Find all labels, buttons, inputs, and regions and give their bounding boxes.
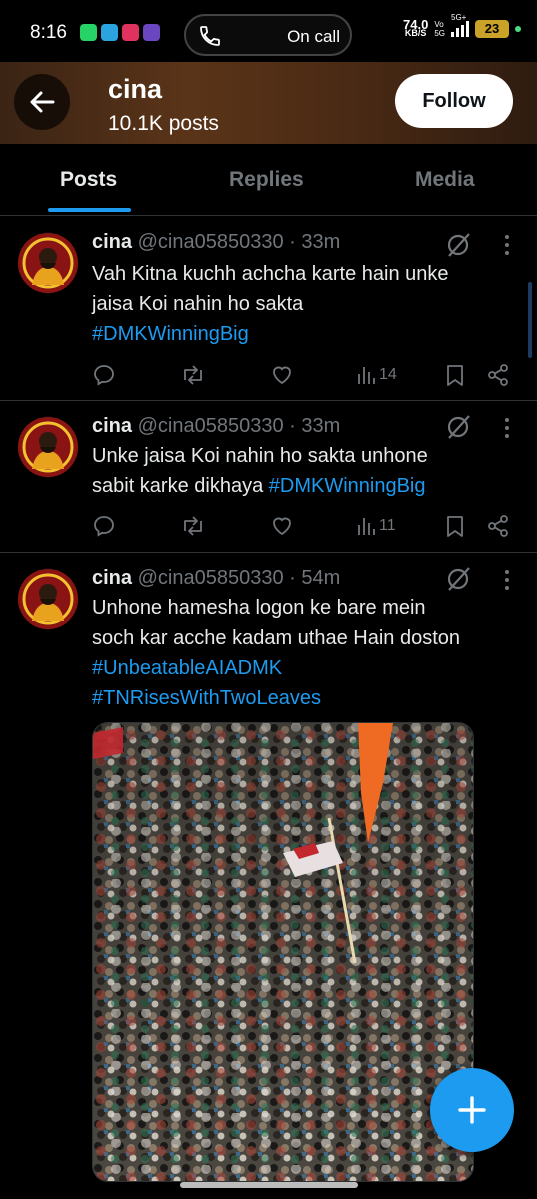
home-indicator[interactable] [180, 1182, 358, 1188]
post-item[interactable]: cina @cina05850330 · 33m Vah Kitna kuchh… [0, 217, 537, 401]
tab-posts[interactable]: Posts [60, 168, 117, 192]
reply-icon [94, 516, 114, 537]
author-handle[interactable]: @cina05850330 [138, 415, 284, 437]
posts-count: 10.1K posts [108, 112, 219, 135]
author-handle[interactable]: @cina05850330 [138, 231, 284, 253]
scrollbar[interactable] [528, 282, 532, 358]
bookmark-button[interactable] [444, 362, 466, 388]
hashtag-link[interactable]: #DMKWinningBig [269, 475, 426, 497]
like-button[interactable] [270, 513, 294, 539]
separator: · [283, 415, 302, 437]
author-name[interactable]: cina [92, 567, 132, 589]
views-button[interactable]: 11 [356, 513, 396, 539]
plus-icon [458, 1096, 486, 1124]
back-button[interactable] [14, 74, 70, 130]
call-status-text: On call [287, 27, 340, 46]
repost-icon [184, 365, 202, 385]
post-time: 33m [301, 415, 341, 437]
compose-post-button[interactable] [430, 1068, 514, 1152]
app-notification-icon-2 [143, 24, 160, 41]
profile-tabs: Posts Replies Media [0, 144, 537, 216]
share-button[interactable] [486, 513, 510, 539]
more-options-icon[interactable] [500, 569, 514, 591]
grok-icon[interactable] [444, 231, 472, 259]
post-header: cina @cina05850330 · 33m [92, 415, 340, 438]
post-actions: 14 [92, 362, 512, 388]
active-tab-indicator [48, 208, 131, 212]
grok-icon[interactable] [444, 413, 472, 441]
view-count: 11 [379, 517, 396, 534]
post-header: cina @cina05850330 · 33m [92, 231, 340, 254]
back-arrow-icon [30, 91, 55, 113]
post-item[interactable]: cina @cina05850330 · 33m Unke jaisa Koi … [0, 401, 537, 553]
battery-icon: 23 [475, 20, 509, 38]
hashtag-link[interactable]: #UnbeatableAIADMK [92, 653, 522, 683]
more-options-icon[interactable] [500, 234, 514, 256]
post-header: cina @cina05850330 · 54m [92, 567, 340, 590]
author-handle[interactable]: @cina05850330 [138, 567, 284, 589]
separator: · [283, 567, 302, 589]
reply-button[interactable] [92, 513, 116, 539]
share-icon [488, 515, 508, 537]
tab-media[interactable]: Media [415, 168, 475, 192]
profile-header: cina 10.1K posts Follow [0, 62, 537, 144]
views-button[interactable]: 14 [356, 362, 397, 388]
telegram-icon [101, 24, 118, 41]
share-icon [488, 364, 508, 386]
crowd-image [93, 723, 473, 1181]
author-name[interactable]: cina [92, 415, 132, 437]
reply-button[interactable] [92, 362, 116, 388]
signal-strength-icon: 5G+ [451, 13, 469, 37]
repost-icon [184, 516, 202, 536]
system-indicators: 74.0 KB/S Vo 5G 5G+ 23 [403, 13, 521, 38]
hashtag-link[interactable]: #DMKWinningBig [92, 319, 522, 349]
bookmark-icon [447, 365, 463, 386]
status-bar: 8:16 On call 74.0 KB/S Vo 5G 5G+ 23 [0, 0, 537, 62]
notification-icons [80, 24, 160, 41]
follow-button[interactable]: Follow [395, 74, 513, 128]
post-text: Unke jaisa Koi nahin ho sakta unhone sab… [92, 445, 428, 497]
avatar[interactable] [18, 569, 78, 629]
author-name[interactable]: cina [92, 231, 132, 253]
post-time: 54m [301, 567, 341, 589]
heart-icon [273, 366, 291, 385]
share-button[interactable] [486, 362, 510, 388]
post-text: Vah Kitna kuchh achcha karte hain unke j… [92, 259, 522, 349]
volte-indicator: Vo 5G [434, 20, 445, 38]
status-time: 8:16 [30, 22, 67, 43]
analytics-icon [358, 367, 375, 384]
tab-replies[interactable]: Replies [229, 168, 304, 192]
app-notification-icon [122, 24, 139, 41]
network-speed: 74.0 KB/S [403, 17, 429, 38]
phone-icon [200, 26, 220, 46]
whatsapp-icon [80, 24, 97, 41]
avatar[interactable] [18, 233, 78, 293]
privacy-indicator-dot [515, 26, 521, 32]
analytics-icon [358, 518, 375, 535]
separator: · [283, 231, 302, 253]
post-text: Unhone hamesha logon ke bare mein soch k… [92, 593, 522, 713]
repost-button[interactable] [180, 513, 206, 539]
reply-icon [94, 365, 114, 386]
more-options-icon[interactable] [500, 417, 514, 439]
repost-button[interactable] [180, 362, 206, 388]
post-actions: 11 [92, 513, 512, 539]
view-count: 14 [379, 366, 397, 383]
hashtag-link[interactable]: #TNRisesWithTwoLeaves [92, 683, 522, 713]
avatar[interactable] [18, 417, 78, 477]
post-time: 33m [301, 231, 341, 253]
like-button[interactable] [270, 362, 294, 388]
post-media-image[interactable] [92, 722, 474, 1182]
grok-icon[interactable] [444, 565, 472, 593]
bookmark-button[interactable] [444, 513, 466, 539]
heart-icon [273, 517, 291, 536]
ongoing-call-pill[interactable]: On call [184, 14, 352, 56]
profile-name: cina [108, 74, 163, 104]
bookmark-icon [447, 516, 463, 537]
